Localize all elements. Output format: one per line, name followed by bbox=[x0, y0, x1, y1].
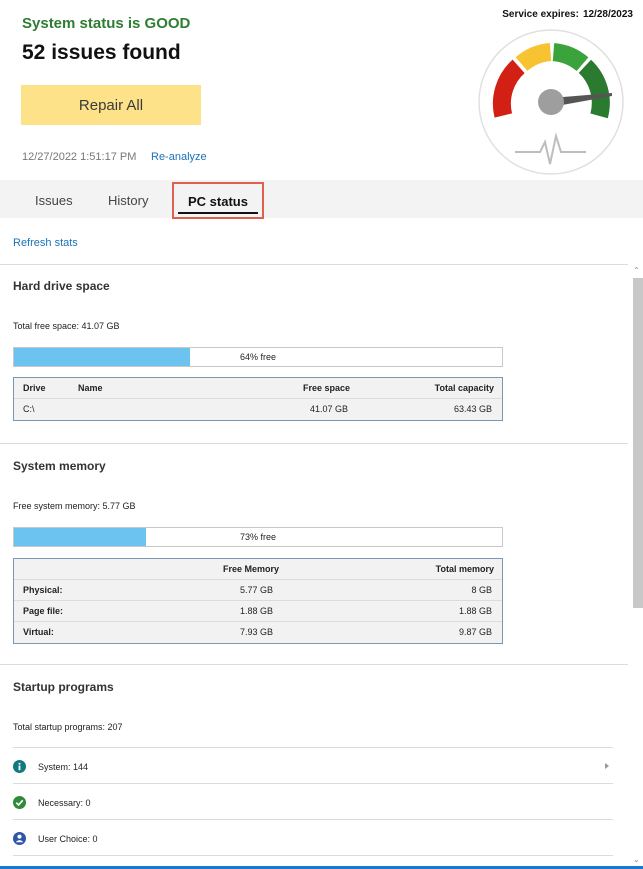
memory-free-percent: 73% free bbox=[239, 532, 277, 542]
memory-type-label: Physical: bbox=[23, 585, 63, 595]
repair-all-button[interactable]: Repair All bbox=[21, 85, 201, 125]
table-row: Virtual: 7.93 GB 9.87 GB bbox=[14, 622, 502, 643]
column-header-total-capacity: Total capacity bbox=[434, 383, 494, 393]
memory-free-value: 7.93 GB bbox=[239, 627, 273, 637]
scroll-up-icon[interactable]: ⌃ bbox=[633, 266, 640, 275]
startup-item-label: Necessary: 0 bbox=[38, 798, 91, 808]
chevron-right-icon[interactable] bbox=[605, 763, 609, 769]
memory-type-label: Page file: bbox=[23, 606, 64, 616]
divider bbox=[0, 443, 628, 444]
table-header-row: Free Memory Total memory bbox=[14, 559, 502, 580]
system-memory-title: System memory bbox=[13, 459, 106, 473]
table-row: C:\ 41.07 GB 63.43 GB bbox=[14, 399, 502, 420]
status-header: System status is GOOD 52 issues found Re… bbox=[0, 0, 643, 180]
service-expiry-date: 12/28/2023 bbox=[582, 9, 633, 20]
tab-bar: Issues History PC status bbox=[0, 180, 643, 219]
divider bbox=[0, 664, 628, 665]
startup-item-label: User Choice: 0 bbox=[38, 834, 98, 844]
scrollbar-thumb[interactable] bbox=[633, 278, 643, 608]
table-row: Page file: 1.88 GB 1.88 GB bbox=[14, 601, 502, 622]
table-row: Physical: 5.77 GB 8 GB bbox=[14, 580, 502, 601]
total-free-space: Total free space: 41.07 GB bbox=[13, 321, 120, 331]
divider bbox=[0, 264, 628, 265]
scroll-down-icon[interactable]: ⌄ bbox=[633, 855, 640, 864]
memory-free-value: 5.77 GB bbox=[239, 585, 273, 595]
startup-item-system[interactable]: System: 144 bbox=[13, 748, 613, 784]
health-gauge-icon bbox=[478, 29, 624, 175]
tab-history[interactable]: History bbox=[108, 180, 148, 218]
startup-item-label: System: 144 bbox=[38, 762, 89, 772]
drive-letter: C:\ bbox=[23, 404, 35, 414]
check-circle-icon bbox=[13, 796, 26, 809]
startup-item-necessary[interactable]: Necessary: 0 bbox=[13, 784, 613, 820]
disk-free-percent: 64% free bbox=[239, 352, 277, 362]
tab-issues[interactable]: Issues bbox=[35, 180, 73, 218]
column-header-total-memory: Total memory bbox=[435, 564, 494, 574]
hard-drive-title: Hard drive space bbox=[13, 279, 110, 293]
reanalyze-link[interactable]: Re-analyze bbox=[151, 151, 207, 163]
column-header-name: Name bbox=[78, 383, 103, 393]
memory-free-value: 1.88 GB bbox=[239, 606, 273, 616]
scan-timestamp: 12/27/2022 1:51:17 PM bbox=[22, 151, 137, 163]
column-header-free-memory: Free Memory bbox=[222, 564, 279, 574]
startup-programs-title: Startup programs bbox=[13, 680, 114, 694]
memory-total-value: 9.87 GB bbox=[458, 627, 492, 637]
service-expiry: Service expires: 12/28/2023 bbox=[498, 9, 633, 20]
table-header-row: Drive Name Free space Total capacity bbox=[14, 378, 502, 399]
total-startup-programs: Total startup programs: 207 bbox=[13, 722, 123, 732]
refresh-stats-link[interactable]: Refresh stats bbox=[13, 237, 78, 249]
free-system-memory: Free system memory: 5.77 GB bbox=[13, 501, 136, 511]
memory-total-value: 8 GB bbox=[471, 585, 492, 595]
startup-item-user-choice[interactable]: User Choice: 0 bbox=[13, 820, 613, 856]
system-status-text: System status is GOOD bbox=[22, 15, 191, 32]
info-icon bbox=[13, 760, 26, 773]
service-expiry-label: Service expires: bbox=[502, 9, 579, 20]
issues-count-heading: 52 issues found bbox=[22, 41, 181, 64]
column-header-free-space: Free space bbox=[302, 383, 350, 393]
drive-table: Drive Name Free space Total capacity C:\… bbox=[13, 377, 503, 421]
disk-usage-bar: 64% free bbox=[13, 347, 503, 367]
vertical-scrollbar[interactable]: ⌃ ⌄ bbox=[631, 266, 643, 866]
column-header-drive: Drive bbox=[23, 383, 46, 393]
memory-total-value: 1.88 GB bbox=[458, 606, 492, 616]
user-icon bbox=[13, 832, 26, 845]
tab-pc-status[interactable]: PC status bbox=[172, 182, 264, 219]
memory-usage-bar: 73% free bbox=[13, 527, 503, 547]
drive-free-space: 41.07 GB bbox=[309, 404, 348, 414]
drive-total-capacity: 63.43 GB bbox=[453, 404, 492, 414]
memory-table: Free Memory Total memory Physical: 5.77 … bbox=[13, 558, 503, 644]
memory-type-label: Virtual: bbox=[23, 627, 54, 637]
